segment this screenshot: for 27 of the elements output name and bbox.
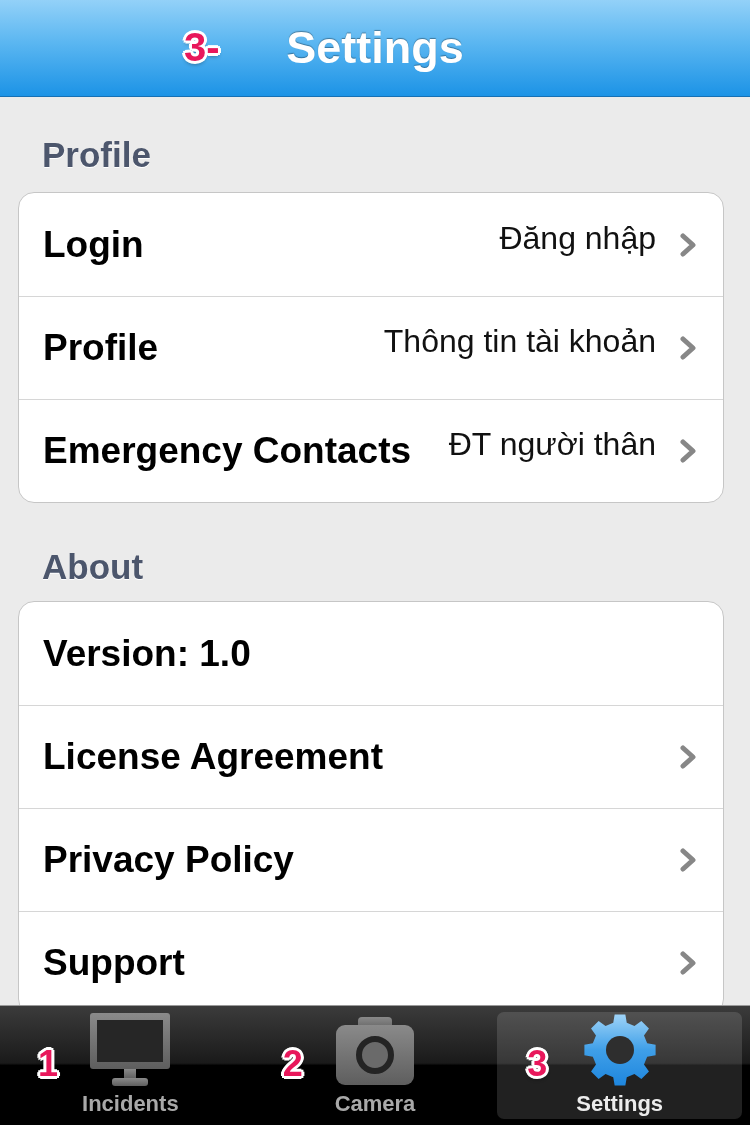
row-label: Support [43, 941, 185, 986]
section-header: Profile [42, 134, 151, 176]
tab-bar-item[interactable]: Settings 3 [497, 1012, 742, 1119]
monitor-icon [90, 1013, 171, 1087]
row-label: Profile [43, 326, 159, 371]
row-label: Version: 1.0 [43, 631, 251, 676]
row-label: Emergency Contacts [43, 429, 412, 474]
annotation-marker: 3 [527, 1046, 548, 1082]
section-header: About [42, 546, 144, 588]
settings-row[interactable]: Profile Thông tin tài khoản [19, 296, 723, 399]
row-label: Login [43, 222, 144, 267]
settings-row[interactable]: Emergency Contacts ĐT người thân [19, 399, 723, 502]
annotation-marker: 2 [282, 1046, 303, 1082]
row-label: License Agreement [43, 735, 383, 780]
settings-row[interactable]: Privacy Policy [19, 808, 723, 911]
annotation-note: ĐT người thân [448, 425, 656, 464]
annotation-note: Thông tin tài khoản [383, 322, 656, 361]
settings-row[interactable]: License Agreement [19, 705, 723, 808]
tab-bar-item[interactable]: Camera 2 [252, 1012, 498, 1119]
tab-bar-item[interactable]: Incidents 1 [8, 1012, 253, 1119]
gear-icon [582, 1013, 657, 1087]
screen-title: Settings [286, 22, 464, 74]
annotation-marker: 3- [184, 27, 220, 67]
row-label: Privacy Policy [43, 838, 294, 883]
settings-row[interactable]: Login Đăng nhập [19, 193, 723, 296]
annotation-marker: 1 [38, 1046, 59, 1082]
annotation-note: Đăng nhập [499, 218, 656, 258]
